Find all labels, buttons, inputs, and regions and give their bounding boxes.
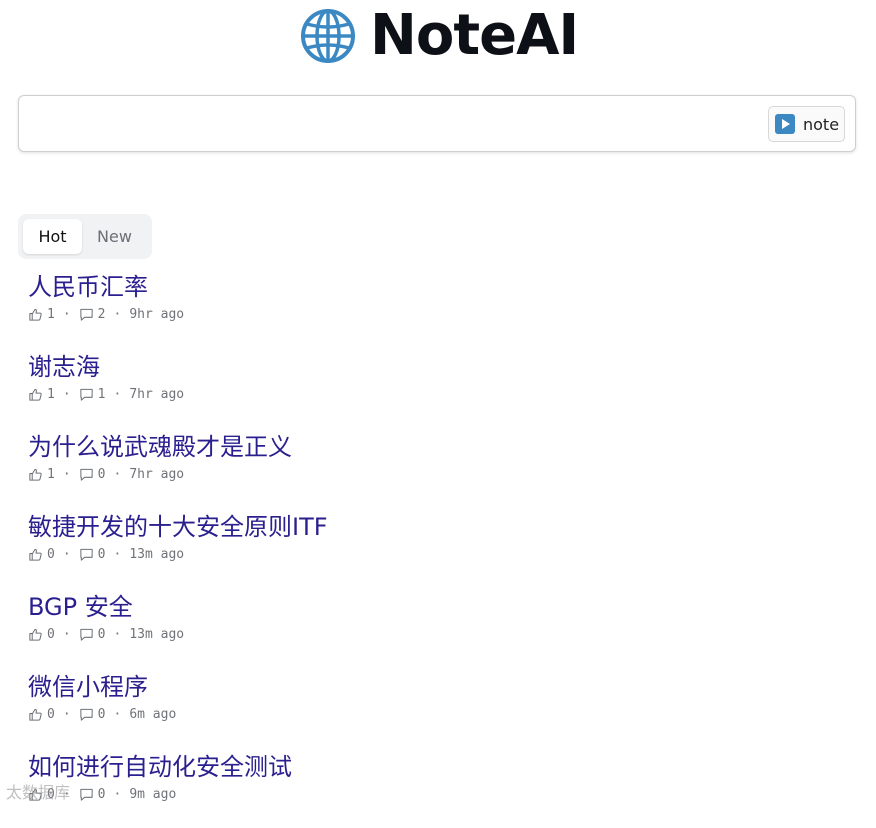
list-item: 谢志海 1 · 1 · 7hr ago [28, 348, 848, 428]
comment-icon[interactable] [79, 707, 94, 722]
comment-count: 0 [97, 786, 106, 802]
comment-count: 0 [97, 546, 106, 562]
separator: · [62, 306, 71, 322]
logo[interactable]: NoteAI [300, 3, 579, 68]
post-meta: 0 · 0 · 6m ago [28, 706, 848, 722]
post-time: 7hr ago [129, 466, 185, 482]
comment-icon[interactable] [79, 307, 94, 322]
post-meta: 0 · 0 · 9m ago [28, 786, 848, 802]
separator: · [113, 546, 122, 562]
tab-hot[interactable]: Hot [23, 219, 82, 254]
note-button-label: note [803, 114, 840, 134]
separator: · [62, 386, 71, 402]
comment-icon[interactable] [79, 627, 94, 642]
separator: · [113, 466, 122, 482]
like-count: 1 [47, 466, 55, 482]
tab-new[interactable]: New [82, 219, 147, 254]
post-meta: 1 · 1 · 7hr ago [28, 386, 848, 402]
thumbs-up-icon[interactable] [28, 707, 43, 722]
like-count: 1 [47, 386, 55, 402]
thumbs-up-icon[interactable] [28, 307, 43, 322]
thumbs-up-icon[interactable] [28, 787, 43, 802]
play-icon [775, 114, 795, 134]
thumbs-up-icon[interactable] [28, 547, 43, 562]
post-list: 人民币汇率 1 · 2 · 9hr ago 谢志海 1 · 1 · 7hr ag… [28, 268, 848, 828]
list-item: 敏捷开发的十大安全原则ITF 0 · 0 · 13m ago [28, 508, 848, 588]
post-title[interactable]: 谢志海 [28, 348, 848, 386]
thumbs-up-icon[interactable] [28, 627, 43, 642]
separator: · [113, 786, 122, 802]
globe-icon [301, 9, 355, 63]
post-time: 9m ago [129, 786, 177, 802]
note-button[interactable]: note [768, 106, 845, 142]
post-meta: 1 · 2 · 9hr ago [28, 306, 848, 322]
separator: · [62, 466, 71, 482]
thumbs-up-icon[interactable] [28, 467, 43, 482]
post-meta: 1 · 0 · 7hr ago [28, 466, 848, 482]
separator: · [113, 706, 122, 722]
post-time: 13m ago [129, 626, 185, 642]
separator: · [113, 626, 122, 642]
comment-icon[interactable] [79, 547, 94, 562]
separator: · [62, 626, 71, 642]
like-count: 1 [47, 306, 55, 322]
post-title[interactable]: BGP 安全 [28, 588, 848, 626]
thumbs-up-icon[interactable] [28, 387, 43, 402]
prompt-input[interactable] [29, 108, 763, 142]
comment-count: 0 [97, 466, 106, 482]
header: NoteAI [0, 0, 876, 80]
like-count: 0 [47, 546, 55, 562]
sort-tabs: Hot New [18, 214, 152, 259]
post-time: 6m ago [129, 706, 177, 722]
post-title[interactable]: 人民币汇率 [28, 268, 848, 306]
post-title[interactable]: 敏捷开发的十大安全原则ITF [28, 508, 848, 546]
like-count: 0 [47, 786, 55, 802]
list-item: 微信小程序 0 · 0 · 6m ago [28, 668, 848, 748]
post-time: 13m ago [129, 546, 185, 562]
separator: · [113, 386, 122, 402]
comment-icon[interactable] [79, 787, 94, 802]
post-title[interactable]: 如何进行自动化安全测试 [28, 748, 848, 786]
list-item: 如何进行自动化安全测试 0 · 0 · 9m ago [28, 748, 848, 828]
prompt-box: note [18, 95, 856, 152]
comment-count: 0 [97, 626, 106, 642]
comment-icon[interactable] [79, 467, 94, 482]
list-item: BGP 安全 0 · 0 · 13m ago [28, 588, 848, 668]
post-meta: 0 · 0 · 13m ago [28, 626, 848, 642]
app-title: NoteAI [370, 3, 579, 68]
separator: · [113, 306, 122, 322]
list-item: 为什么说武魂殿才是正义 1 · 0 · 7hr ago [28, 428, 848, 508]
post-title[interactable]: 为什么说武魂殿才是正义 [28, 428, 848, 466]
like-count: 0 [47, 626, 55, 642]
like-count: 0 [47, 706, 55, 722]
list-item: 人民币汇率 1 · 2 · 9hr ago [28, 268, 848, 348]
separator: · [62, 546, 71, 562]
comment-icon[interactable] [79, 387, 94, 402]
post-meta: 0 · 0 · 13m ago [28, 546, 848, 562]
separator: · [62, 786, 71, 802]
separator: · [62, 706, 71, 722]
comment-count: 2 [97, 306, 106, 322]
comment-count: 0 [97, 706, 106, 722]
post-title[interactable]: 微信小程序 [28, 668, 848, 706]
post-time: 7hr ago [129, 386, 185, 402]
post-time: 9hr ago [129, 306, 185, 322]
comment-count: 1 [97, 386, 106, 402]
